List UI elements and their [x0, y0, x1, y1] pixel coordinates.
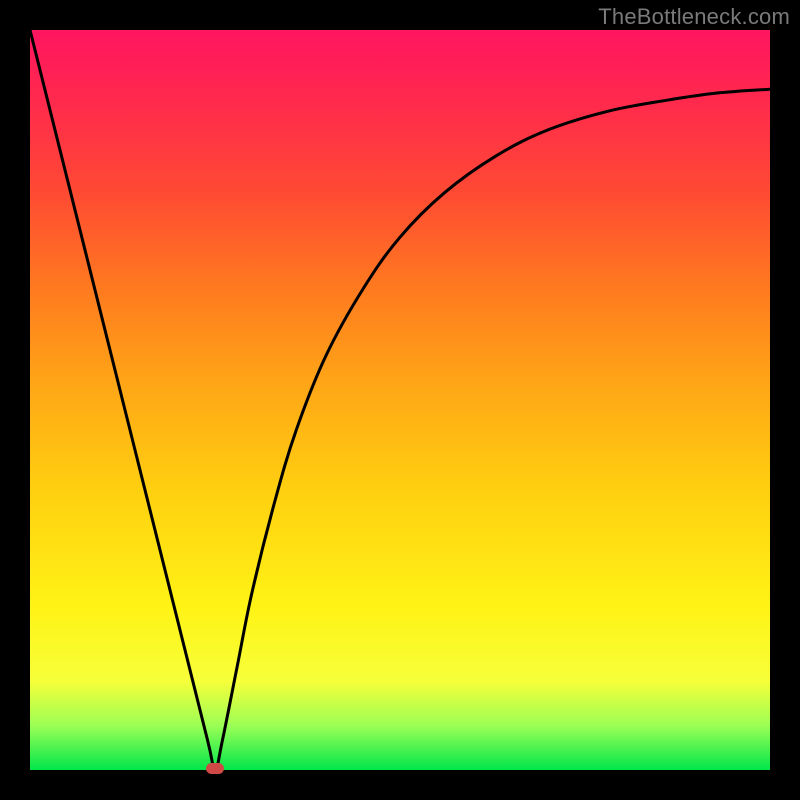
bottleneck-curve [30, 30, 770, 770]
minimum-marker [206, 763, 224, 774]
curve-svg [30, 30, 770, 770]
watermark-text: TheBottleneck.com [598, 4, 790, 30]
chart-frame: TheBottleneck.com [0, 0, 800, 800]
plot-area [30, 30, 770, 770]
